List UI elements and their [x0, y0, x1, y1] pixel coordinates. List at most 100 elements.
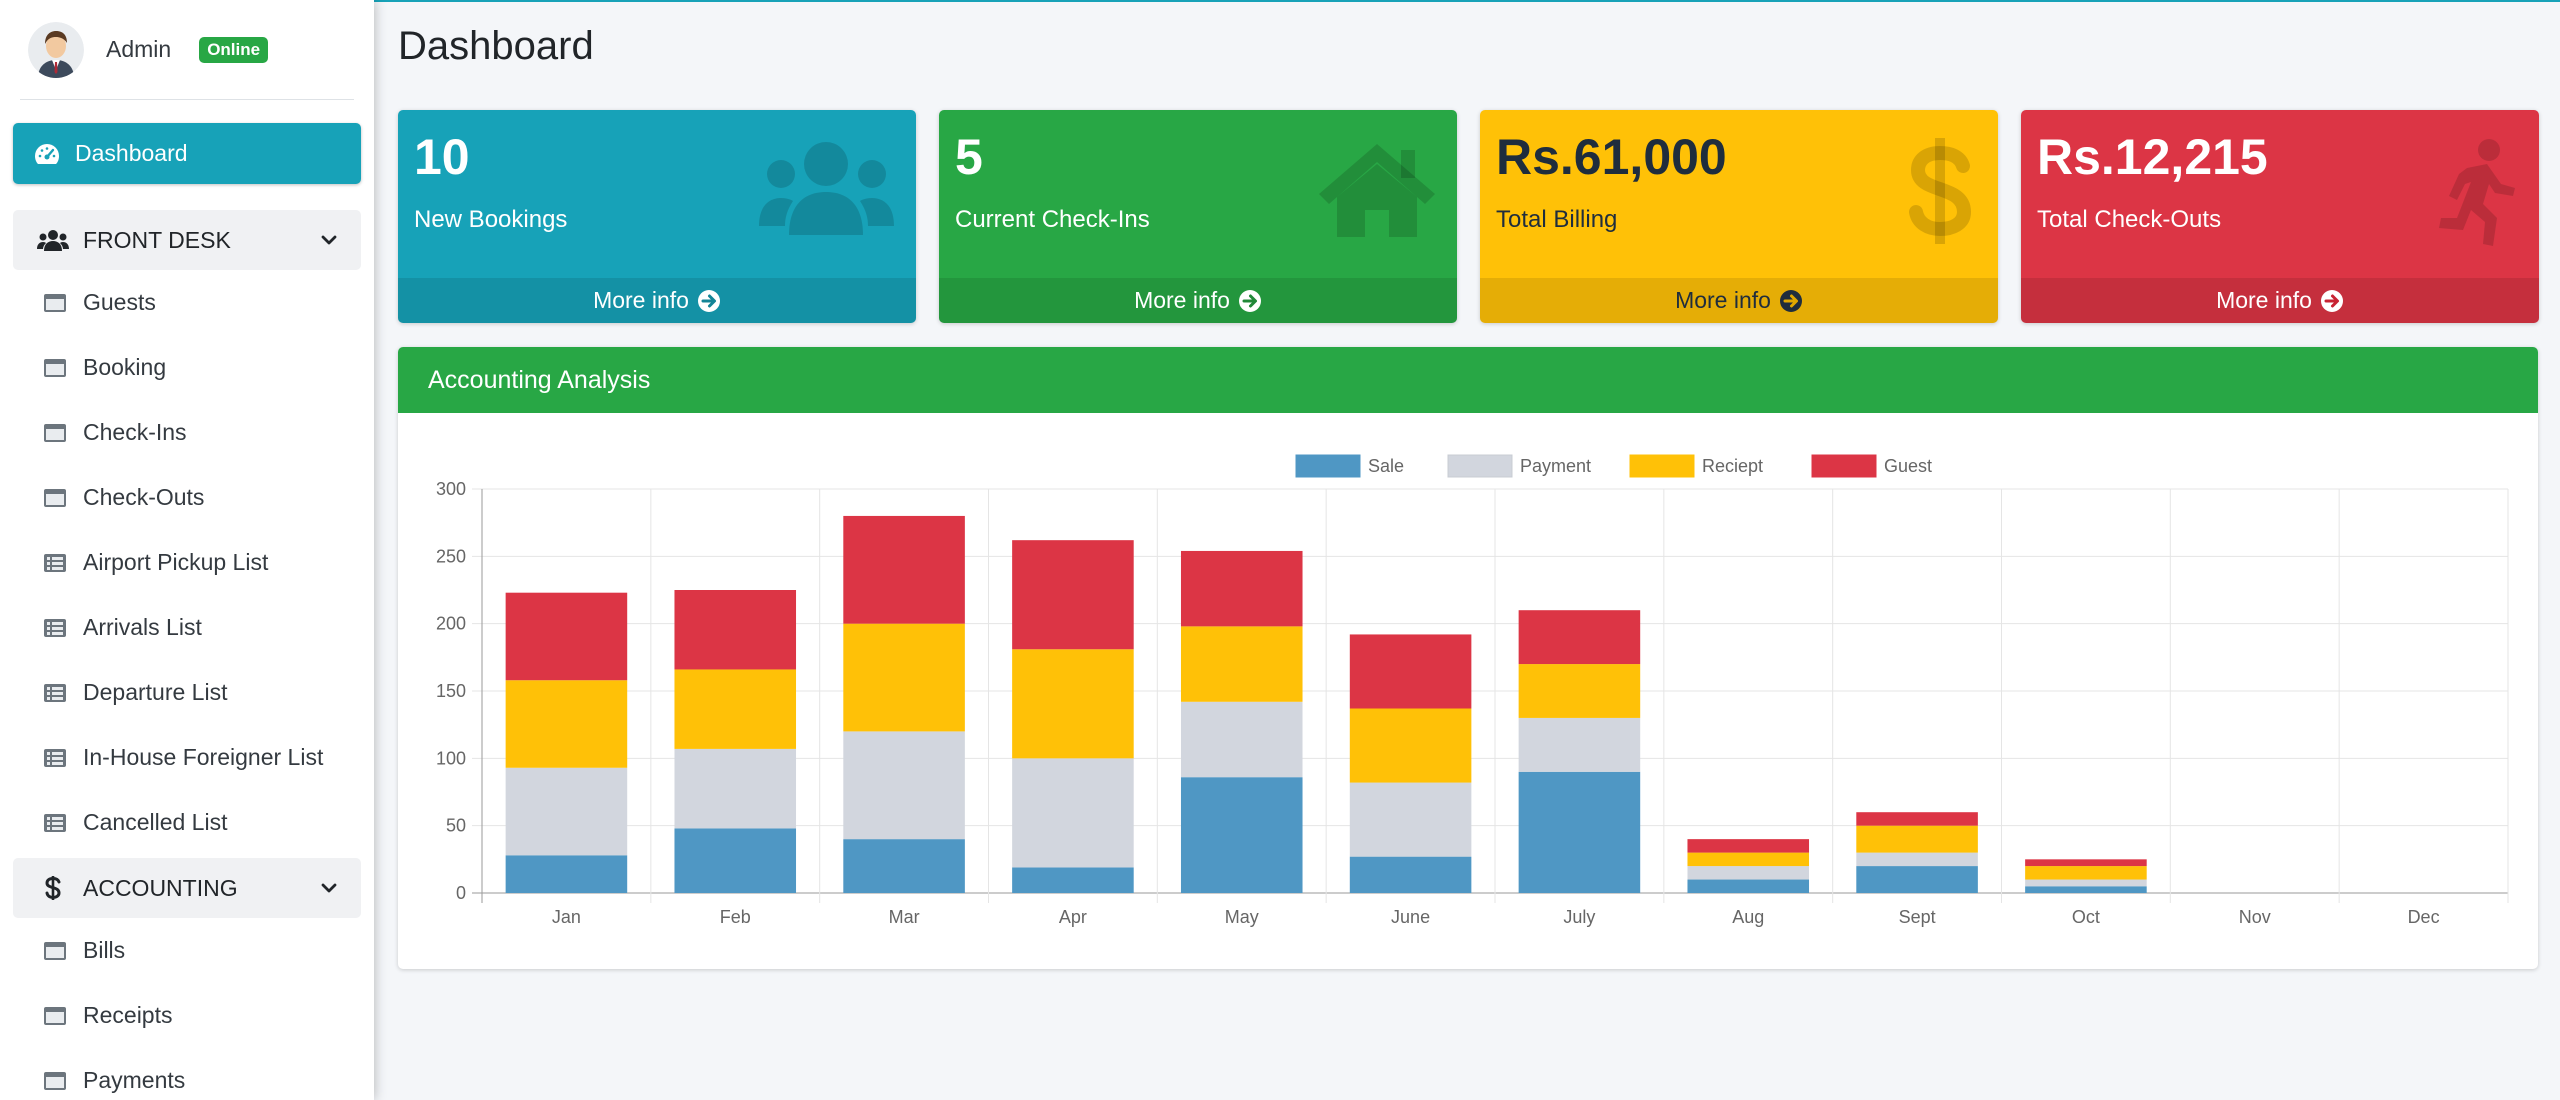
card-icon [41, 1005, 69, 1027]
x-tick-label: Feb [720, 907, 751, 927]
home-icon [1319, 144, 1435, 237]
bar-sale-jan [505, 855, 628, 893]
bar-sale-feb [674, 828, 797, 893]
x-tick-label: May [1225, 907, 1259, 927]
more-info-link[interactable]: More info [939, 278, 1457, 323]
bar-sale-mar [843, 839, 965, 893]
legend-label: Sale [1368, 456, 1404, 476]
bar-sale-june [1349, 856, 1472, 893]
bar-reciept-june [1349, 708, 1472, 783]
legend-label: Guest [1884, 456, 1932, 476]
x-tick-label: July [1563, 907, 1595, 927]
bar-guest-sept [1856, 812, 1978, 826]
sidebar-item-in-house-foreigner-list[interactable]: In-House Foreigner List [13, 725, 361, 790]
bar-payment-july [1518, 717, 1641, 772]
box-label: Total Billing [1496, 206, 1618, 233]
y-tick-label: 300 [436, 479, 466, 499]
y-tick-label: 50 [446, 816, 466, 836]
main-content: Dashboard 10 New Bookings More info 5 Cu… [374, 0, 2560, 1100]
card-icon [41, 292, 69, 314]
arrow-circle-right-icon [1779, 289, 1802, 312]
user-name[interactable]: Admin [106, 36, 171, 63]
bar-payment-june [1349, 782, 1472, 857]
bar-reciept-apr [1012, 649, 1134, 759]
sidebar-item-booking[interactable]: Booking [13, 335, 361, 400]
bar-payment-mar [843, 731, 965, 840]
small-box-total-billing: Rs.61,000 Total Billing More info [1480, 110, 1998, 323]
dollar-icon [37, 875, 69, 901]
sidebar-item-receipts[interactable]: Receipts [13, 983, 361, 1048]
status-badge: Online [199, 36, 269, 63]
bar-sale-july [1518, 771, 1641, 893]
x-tick-label: Sept [1899, 907, 1936, 927]
chevron-down-icon [321, 235, 337, 245]
card-icon [41, 1070, 69, 1092]
sidebar-section-accounting[interactable]: ACCOUNTING [13, 858, 361, 918]
users-icon [759, 142, 894, 235]
sidebar-item-label: In-House Foreigner List [83, 744, 324, 770]
more-info-link[interactable]: More info [2021, 278, 2539, 323]
x-tick-label: Apr [1059, 907, 1087, 927]
sidebar-item-guests[interactable]: Guests [13, 270, 361, 335]
list-icon [41, 812, 69, 834]
sidebar-item-label: Payments [83, 1067, 186, 1093]
box-label: Current Check-Ins [955, 206, 1150, 233]
legend-label: Payment [1520, 456, 1591, 476]
list-icon [41, 747, 69, 769]
avatar[interactable] [28, 21, 84, 78]
legend-swatch [1629, 454, 1695, 478]
sidebar-item-bills[interactable]: Bills [13, 918, 361, 983]
stacked-bar-chart: 0 50 100 150 200 250 300 Jan Feb Mar Apr May June Jul… [436, 454, 2509, 927]
bar-payment-feb [674, 748, 797, 829]
sidebar-item-departure-list[interactable]: Departure List [13, 660, 361, 725]
y-tick-label: 150 [436, 681, 466, 701]
sidebar-item-payments[interactable]: Payments [13, 1048, 361, 1100]
sidebar-item-check-outs[interactable]: Check-Outs [13, 465, 361, 530]
sidebar-item-label: Arrivals List [83, 614, 202, 640]
bar-guest-mar [843, 515, 965, 624]
sidebar-item-cancelled-list[interactable]: Cancelled List [13, 790, 361, 855]
box-value: 10 [414, 129, 470, 185]
box-label: New Bookings [414, 206, 568, 233]
sidebar-item-airport-pickup-list[interactable]: Airport Pickup List [13, 530, 361, 595]
card-icon [41, 422, 69, 444]
sidebar: Admin Online Dashboard FRONT DESK Guests [0, 0, 374, 1100]
y-tick-label: 250 [436, 546, 466, 566]
bar-payment-may [1180, 701, 1303, 778]
user-panel: Admin Online [20, 0, 354, 100]
bar-payment-apr [1012, 758, 1134, 868]
box-label: Total Check-Outs [2037, 206, 2222, 233]
more-info-link[interactable]: More info [1480, 278, 1998, 323]
bar-payment-aug [1687, 866, 1810, 880]
bar-reciept-jan [505, 680, 628, 768]
card-title: Accounting Analysis [398, 347, 2538, 413]
small-box-new-bookings: 10 New Bookings More info [398, 110, 916, 323]
legend-swatch [1295, 454, 1361, 478]
bar-sale-may [1180, 777, 1303, 893]
bar-sale-apr [1012, 867, 1134, 893]
bar-guest-aug [1687, 839, 1810, 853]
more-info-link[interactable]: More info [398, 278, 916, 323]
x-tick-label: Jan [552, 907, 581, 927]
sidebar-item-check-ins[interactable]: Check-Ins [13, 400, 361, 465]
sidebar-item-label: Check-Ins [83, 419, 187, 445]
y-tick-label: 200 [436, 614, 466, 634]
tachometer-icon [35, 143, 59, 164]
y-tick-label: 0 [456, 883, 466, 903]
sidebar-item-label: Airport Pickup List [83, 549, 269, 575]
x-tick-label: Oct [2072, 907, 2100, 927]
small-box-current-check-ins: 5 Current Check-Ins More info [939, 110, 1457, 323]
box-value: Rs.61,000 [1496, 129, 1727, 185]
x-tick-label: Nov [2239, 907, 2271, 927]
bar-guest-jan [505, 592, 628, 681]
sidebar-section-label: FRONT DESK [83, 226, 231, 253]
sidebar-nav: Dashboard FRONT DESK Guests Booking Chec… [0, 123, 374, 1100]
sidebar-item-dashboard[interactable]: Dashboard [13, 123, 361, 184]
sidebar-section-front-desk[interactable]: FRONT DESK [13, 210, 361, 270]
bar-reciept-may [1180, 626, 1303, 702]
card-icon [41, 357, 69, 379]
sidebar-item-label: Cancelled List [83, 809, 228, 835]
sidebar-item-arrivals-list[interactable]: Arrivals List [13, 595, 361, 660]
list-icon [41, 552, 69, 574]
accounting-analysis-card: Accounting Analysis 0 50 100 150 200 250 300 Ja… [398, 347, 2538, 969]
